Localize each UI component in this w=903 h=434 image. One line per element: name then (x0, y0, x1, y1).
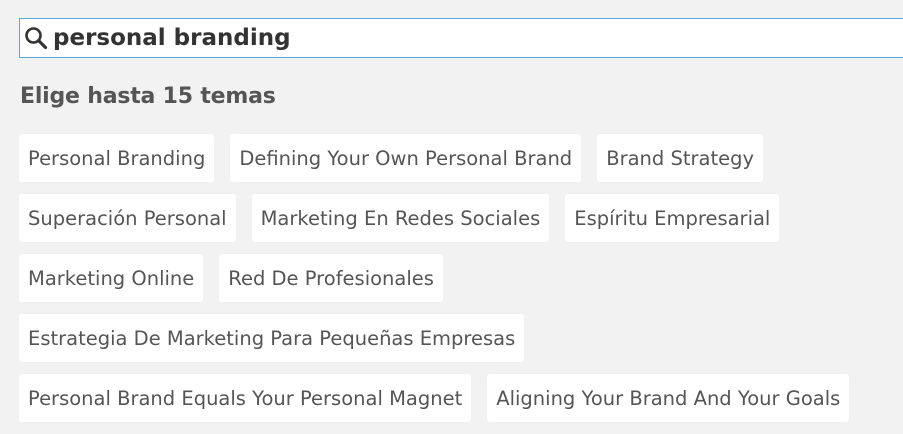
search-input[interactable] (49, 21, 853, 55)
topic-chip[interactable]: Aligning Your Brand And Your Goals (487, 374, 850, 422)
topic-list: Personal Branding Defining Your Own Pers… (19, 134, 903, 434)
topic-chip[interactable]: Defining Your Own Personal Brand (230, 134, 582, 182)
section-title: Elige hasta 15 temas (20, 84, 276, 109)
topic-chip[interactable]: Personal Branding (19, 134, 215, 182)
topic-row: Superación Personal Marketing En Redes S… (19, 194, 903, 242)
search-icon[interactable] (23, 25, 49, 51)
topic-chip[interactable]: Personal Brand Equals Your Personal Magn… (19, 374, 472, 422)
topic-chip[interactable]: Marketing Online (19, 254, 204, 302)
topic-chip[interactable]: Superación Personal (19, 194, 236, 242)
topic-row: Estrategia De Marketing Para Pequeñas Em… (19, 314, 903, 362)
topic-chip[interactable]: Red De Profesionales (219, 254, 443, 302)
topic-row: Personal Brand Equals Your Personal Magn… (19, 374, 903, 422)
topic-chip[interactable]: Espíritu Empresarial (565, 194, 780, 242)
topic-chip[interactable]: Brand Strategy (597, 134, 764, 182)
search-bar[interactable] (19, 18, 903, 58)
topic-row: Personal Branding Defining Your Own Pers… (19, 134, 903, 182)
topic-chip[interactable]: Estrategia De Marketing Para Pequeñas Em… (19, 314, 525, 362)
topic-chip[interactable]: Marketing En Redes Sociales (251, 194, 550, 242)
topic-row: Marketing Online Red De Profesionales (19, 254, 903, 302)
